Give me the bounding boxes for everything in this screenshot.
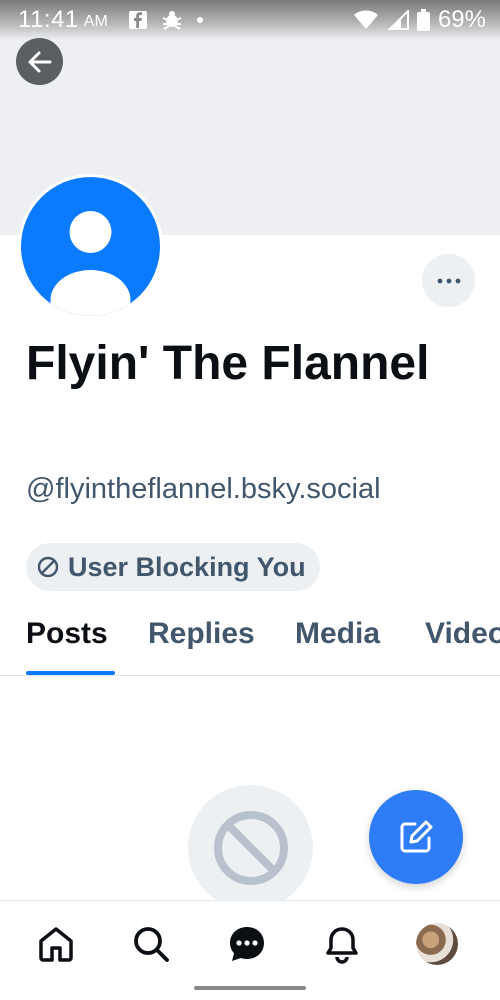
compose-button[interactable] xyxy=(369,790,463,884)
battery-percent: 69% xyxy=(437,6,486,33)
home-icon xyxy=(39,927,73,962)
blocked-badge: User Blocking You xyxy=(26,543,320,591)
active-tab-indicator xyxy=(26,671,115,675)
status-ampm: AM xyxy=(83,13,108,30)
cell-signal-icon xyxy=(387,10,409,30)
profile-avatar[interactable] xyxy=(18,174,163,319)
status-time: 11:41 xyxy=(18,6,79,33)
default-avatar-icon xyxy=(21,177,160,316)
ellipsis-icon xyxy=(437,278,460,283)
tab-video[interactable]: Video xyxy=(425,617,500,651)
profile-avatar xyxy=(416,923,458,965)
bug-icon xyxy=(162,11,182,30)
status-right: 69% xyxy=(353,6,486,34)
home-indicator[interactable] xyxy=(194,986,306,990)
nav-search[interactable] xyxy=(126,919,176,969)
bottom-nav xyxy=(0,900,500,1000)
search-icon xyxy=(134,927,169,962)
nav-notifications[interactable] xyxy=(317,919,367,969)
chat-icon xyxy=(230,927,264,961)
nav-home[interactable] xyxy=(31,919,81,969)
battery-icon xyxy=(416,9,430,31)
blocked-label: User Blocking You xyxy=(68,551,306,582)
notification-icons xyxy=(128,10,204,30)
tab-posts[interactable]: Posts xyxy=(26,617,108,651)
bell-icon xyxy=(326,927,358,964)
profile-handle: @flyintheflannel.bsky.social xyxy=(26,473,381,505)
facebook-icon xyxy=(128,11,147,29)
nav-profile[interactable] xyxy=(412,919,462,969)
wifi-icon xyxy=(353,10,378,29)
dot-icon xyxy=(196,17,203,23)
arrow-left-icon xyxy=(28,51,51,72)
display-name: Flyin' The Flannel xyxy=(26,337,430,390)
back-button[interactable] xyxy=(16,38,63,85)
tab-media[interactable]: Media xyxy=(295,617,380,651)
nav-chat[interactable] xyxy=(222,919,272,969)
tab-replies[interactable]: Replies xyxy=(148,617,255,651)
empty-state xyxy=(188,785,313,910)
profile-tabs: Posts Replies Media Video xyxy=(0,605,500,676)
status-bar: 11:41 AM 69% xyxy=(0,0,500,40)
block-icon xyxy=(37,556,59,578)
block-icon xyxy=(213,810,288,885)
compose-icon xyxy=(400,820,433,853)
more-options-button[interactable] xyxy=(422,254,475,307)
